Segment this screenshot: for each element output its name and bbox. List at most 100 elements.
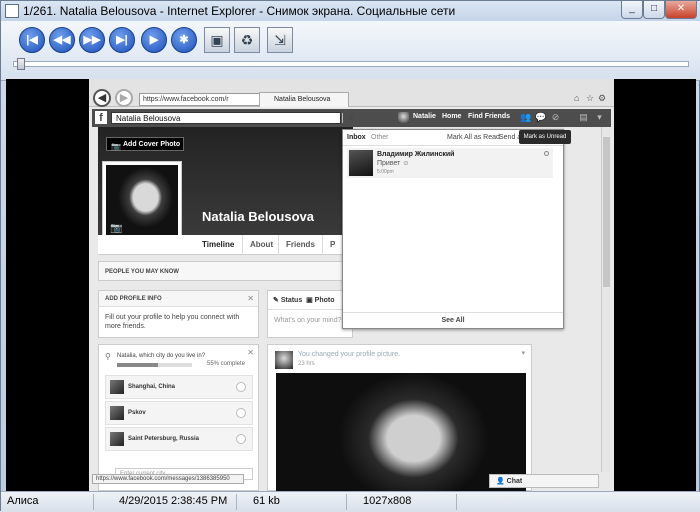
tab-about: About xyxy=(250,240,274,249)
first-icon: |◀ xyxy=(26,34,38,46)
profile-photo: 📷 xyxy=(106,165,178,237)
next-icon: ▶▶ xyxy=(83,34,101,46)
mark-unread-dot xyxy=(544,151,549,156)
card-body: Fill out your profile to help you connec… xyxy=(105,314,240,330)
tab-friends: Friends xyxy=(286,240,315,249)
prev-icon: ◀◀ xyxy=(53,34,71,46)
post-text: You changed your profile picture. xyxy=(298,351,401,358)
browser-tab: Natalia Belousova xyxy=(259,92,349,107)
city-option: Saint Petersburg, Russia xyxy=(105,427,253,451)
tab-other: Other xyxy=(371,134,389,141)
message-preview: Привет ☺ xyxy=(377,160,410,167)
export-button[interactable]: ⇲ xyxy=(267,27,293,53)
profile-name: Natalia Belousova xyxy=(202,209,314,224)
status-tab: ✎ Status ▣ Photo xyxy=(273,297,335,304)
camera-icon: 📷 xyxy=(111,142,121,151)
status-url: https://www.facebook.com/messages/138638… xyxy=(92,474,244,484)
status-label: Status xyxy=(280,297,303,304)
title-bar: 1/261. Natalia Belousova - Internet Expl… xyxy=(1,1,700,21)
preview-text: Привет xyxy=(377,160,401,167)
status-resolution: 1027x808 xyxy=(363,495,412,507)
settings-button[interactable]: ✱ xyxy=(171,27,197,53)
last-button[interactable]: ▶| xyxy=(109,27,135,53)
save-button[interactable]: ▣ xyxy=(204,27,230,53)
next-button[interactable]: ▶▶ xyxy=(79,27,105,53)
user-avatar xyxy=(398,112,409,123)
prev-button[interactable]: ◀◀ xyxy=(49,27,75,53)
city-question: Natalia, which city do you live in? xyxy=(117,353,206,359)
recycle-icon: ♻ xyxy=(240,32,254,48)
facebook-search-input: Natalia Belousova ⌕ xyxy=(111,112,354,124)
minimize-button[interactable]: _ xyxy=(621,1,643,19)
maximize-button[interactable]: □ xyxy=(643,1,665,19)
status-bar: Алиса 4/29/2015 2:38:45 PM 61 kb 1027x80… xyxy=(1,491,700,512)
people-you-may-know-header: PEOPLE YOU MAY KNOW xyxy=(98,261,353,281)
privacy-icon: ▤ xyxy=(579,112,588,122)
home-icon: ⌂ xyxy=(574,93,580,103)
screenshot-image: ◀ ▶ https://www.facebook.com/r Natalia B… xyxy=(89,79,614,491)
send-message-link: Send a xyxy=(499,134,522,141)
city-option: Shanghai, China xyxy=(105,375,253,399)
facebook-bar: f Natalia Belousova ⌕ Natalie Home Find … xyxy=(92,109,611,127)
position-slider-track[interactable] xyxy=(13,61,689,67)
status-divider xyxy=(346,494,347,510)
divider xyxy=(268,309,352,310)
status-datetime: 4/29/2015 2:38:45 PM xyxy=(119,495,228,507)
chat-bar: 👤 Chat xyxy=(489,474,599,488)
chevron-down-icon: ▾ xyxy=(597,112,602,122)
card-title: ADD PROFILE INFO xyxy=(99,291,258,307)
add-cover-photo-label: Add Cover Photo xyxy=(123,141,181,148)
search-icon: ⌕ xyxy=(342,113,360,123)
profile-tabs: Timeline About Friends P xyxy=(98,235,353,255)
forward-icon: ▶ xyxy=(115,89,133,107)
nav-user: Natalie xyxy=(413,113,436,120)
viewer-window: 1/261. Natalia Belousova - Internet Expl… xyxy=(0,0,700,512)
recycle-button[interactable]: ♻ xyxy=(234,27,260,53)
inbox-dropdown: Inbox Other Mark All as Read Send a Влад… xyxy=(342,129,564,329)
city-thumbnail xyxy=(110,380,124,394)
last-icon: ▶| xyxy=(116,34,128,46)
facebook-logo: f xyxy=(95,111,107,124)
status-divider xyxy=(456,494,457,510)
close-icon: ✕ xyxy=(247,294,254,303)
city-name: Pskov xyxy=(128,410,146,416)
notifications-icon: ⊘ xyxy=(551,112,560,122)
first-button[interactable]: |◀ xyxy=(19,27,45,53)
nav-home: Home xyxy=(442,113,462,120)
settings-icon: ✱ xyxy=(179,34,189,46)
messages-icon: 💬 xyxy=(535,112,547,122)
city-thumbnail xyxy=(110,406,124,420)
status-file-size: 61 kb xyxy=(253,495,280,507)
location-pin-icon: ⚲ xyxy=(105,352,111,361)
sender-name: Владимир Жилинский xyxy=(377,151,455,158)
save-icon: ▣ xyxy=(210,32,224,48)
message-row: Владимир Жилинский Привет ☺ 5:00pm xyxy=(347,148,553,178)
profile-progress-bar xyxy=(117,363,192,367)
composer-card: ✎ Status ▣ Photo What's on your mind? xyxy=(267,290,353,338)
app-icon xyxy=(5,4,19,18)
tab-divider xyxy=(278,235,279,255)
city-thumbnail xyxy=(110,432,124,446)
see-all-link: See All xyxy=(343,312,563,328)
export-icon: ⇲ xyxy=(274,32,286,48)
play-button[interactable]: ▶ xyxy=(141,27,167,53)
back-icon: ◀ xyxy=(93,89,111,107)
sender-avatar xyxy=(349,150,373,176)
timeline-post: You changed your profile picture. 23 hrs… xyxy=(267,344,532,491)
radio-button xyxy=(236,434,246,444)
window-title: 1/261. Natalia Belousova - Internet Expl… xyxy=(23,4,456,18)
radio-button xyxy=(236,382,246,392)
mark-all-read-link: Mark All as Read xyxy=(447,134,500,141)
close-button[interactable]: ✕ xyxy=(665,1,697,19)
post-avatar xyxy=(275,351,293,369)
post-time: 23 hrs xyxy=(298,361,315,367)
position-slider-thumb[interactable] xyxy=(17,58,25,70)
progress-fill xyxy=(117,363,159,367)
progress-label: 55% complete xyxy=(207,361,246,367)
page-scrollbar xyxy=(601,127,611,472)
gear-icon: ⚙ xyxy=(598,93,607,103)
message-time: 5:00pm xyxy=(377,169,394,175)
chat-label: Chat xyxy=(506,478,523,485)
nav-find-friends: Find Friends xyxy=(468,113,510,120)
tab-inbox: Inbox xyxy=(347,134,366,141)
